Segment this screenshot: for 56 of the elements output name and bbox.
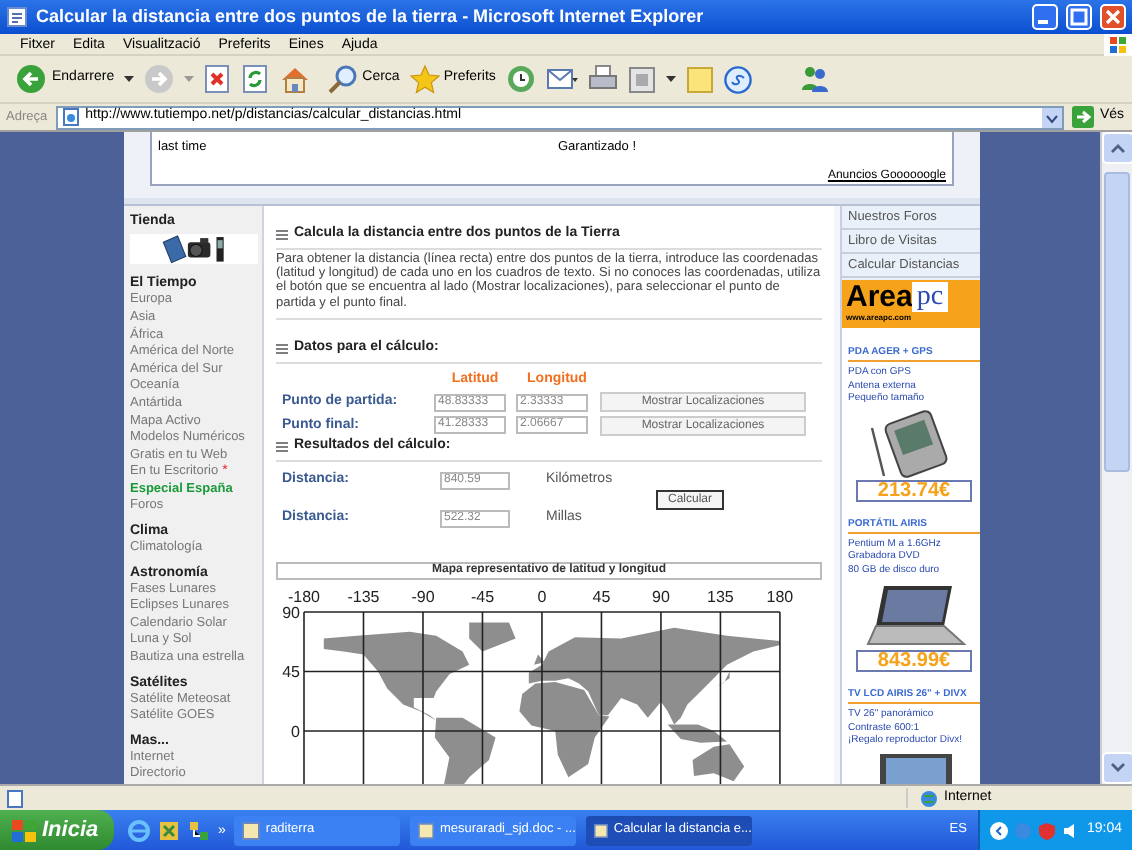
- longitude-label: 0: [537, 587, 547, 606]
- caret-icon[interactable]: [124, 75, 135, 83]
- star-icon: [409, 64, 440, 94]
- stop-icon[interactable]: [204, 64, 233, 94]
- go-arrow-icon: [1071, 106, 1094, 128]
- scroll-down-icon[interactable]: [1102, 752, 1132, 784]
- refresh-icon[interactable]: [242, 64, 271, 94]
- scroll-up-icon[interactable]: [1102, 132, 1132, 164]
- window-icon: [593, 821, 608, 839]
- home-icon[interactable]: [280, 64, 311, 94]
- browser-icon[interactable]: [128, 819, 150, 841]
- caret-icon[interactable]: [665, 75, 676, 83]
- maximize-icon[interactable]: [1066, 4, 1092, 30]
- windows-logo-icon: [1104, 33, 1132, 55]
- network-icon[interactable]: [188, 819, 210, 841]
- window-icon: [241, 821, 260, 839]
- window-icon: [417, 821, 434, 839]
- search-icon: [328, 64, 359, 94]
- window-title: Calcular la distancia entre dos puntos de la tierra - Microsoft Internet Explorer: [36, 3, 706, 30]
- latitude-label: 90: [282, 603, 300, 622]
- page-icon: [61, 108, 80, 126]
- page-icon: [6, 6, 28, 28]
- start-button[interactable]: Inicia: [0, 810, 114, 850]
- history-icon[interactable]: [505, 64, 536, 94]
- printer-icon[interactable]: [587, 64, 618, 94]
- longitude-label: 180: [766, 587, 794, 606]
- logo-word: Area: [846, 282, 913, 312]
- scroll-thumb[interactable]: [1104, 172, 1130, 472]
- logo-suffix: pc: [912, 282, 948, 312]
- price-tag: 843.99€: [856, 650, 972, 672]
- longitude-label: 45: [592, 587, 611, 606]
- longitude-label: 90: [652, 587, 670, 606]
- latitude-label: 0: [291, 722, 300, 741]
- bullet-icon: [276, 441, 288, 452]
- edit-icon[interactable]: [627, 65, 656, 93]
- messenger-icon[interactable]: [799, 64, 830, 94]
- page-icon: [6, 789, 24, 807]
- minimize-icon[interactable]: [1032, 4, 1058, 30]
- longitude-label: -135: [347, 587, 380, 606]
- dropdown-icon[interactable]: [1041, 107, 1062, 127]
- chevron-icon[interactable]: [990, 821, 1009, 839]
- globe-icon: [920, 789, 938, 807]
- products-drawing[interactable]: [130, 234, 258, 265]
- longitude-label: -45: [470, 587, 495, 606]
- longitude-label: -180: [288, 587, 320, 606]
- circle-logo-icon[interactable]: [723, 65, 752, 93]
- bullet-icon: [276, 229, 288, 240]
- longitude-label: 135: [707, 587, 734, 606]
- longitude-label: -90: [411, 587, 435, 606]
- media-icon[interactable]: [158, 819, 180, 841]
- price-tag: 213.74€: [856, 479, 972, 501]
- mail-icon[interactable]: [545, 64, 578, 94]
- latitude-label: 45: [282, 662, 300, 681]
- close-icon[interactable]: [1100, 4, 1126, 30]
- windows-logo-icon: [12, 819, 36, 841]
- bullet-icon: [276, 343, 288, 354]
